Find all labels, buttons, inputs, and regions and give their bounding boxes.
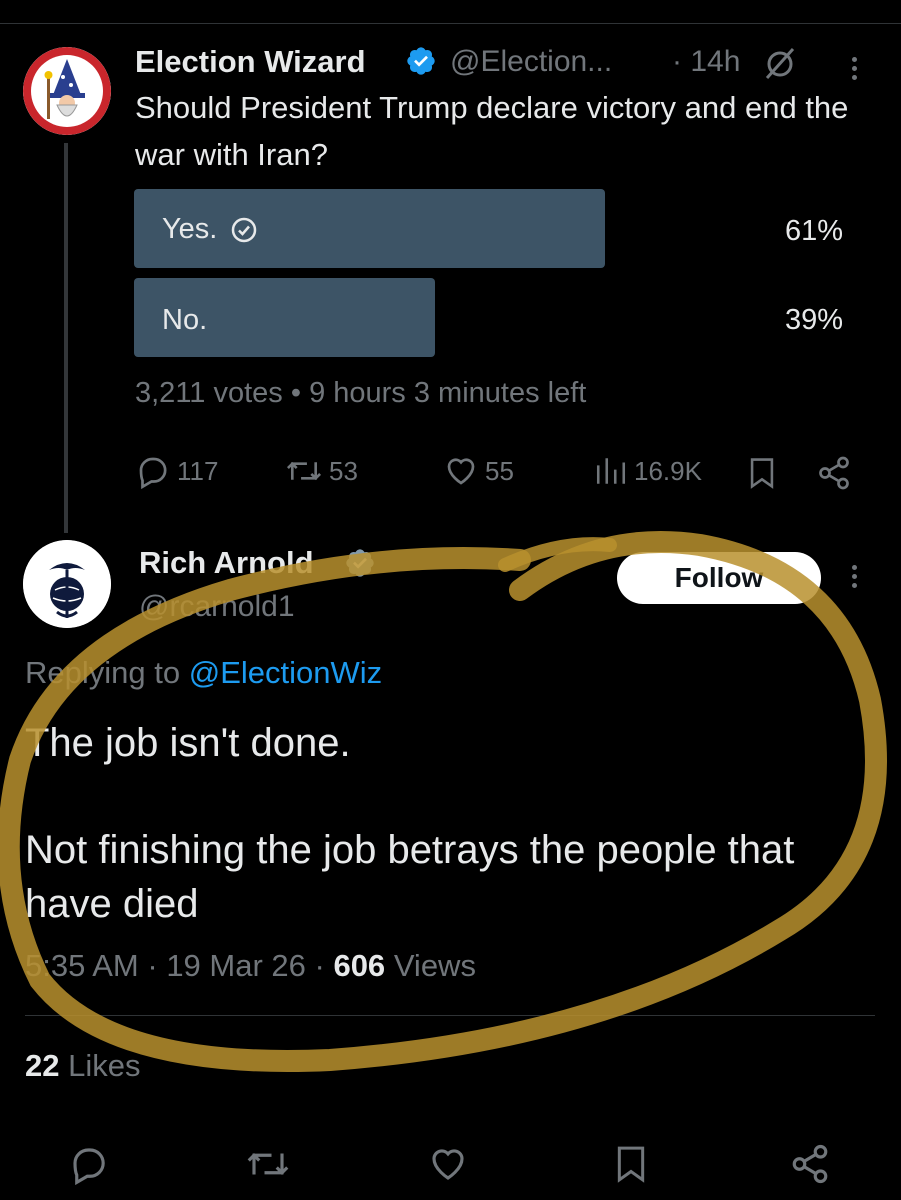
reply-date[interactable]: 19 Mar 26 xyxy=(166,948,306,983)
reply-views-label: Views xyxy=(393,948,476,983)
poll-time-left: 9 hours 3 minutes left xyxy=(309,377,587,409)
poll-votes: 3,211 votes xyxy=(135,377,283,409)
share-icon[interactable] xyxy=(816,455,852,491)
replying-to: Replying to @ElectionWiz xyxy=(25,655,382,691)
heart-icon xyxy=(447,458,475,485)
replying-prefix: Replying to xyxy=(25,655,181,690)
reply-meta: 5:35 AM · 19 Mar 26 · 606 Views xyxy=(25,948,476,983)
follow-button[interactable]: Follow xyxy=(617,552,821,604)
like-count: 55 xyxy=(485,455,514,486)
poll-author-handle[interactable]: @Election... xyxy=(450,45,612,79)
reply-views-count: 606 xyxy=(333,948,386,983)
reply-paragraph-2: Not finishing the job betrays the people… xyxy=(25,828,795,926)
eagle-globe-anchor-icon xyxy=(23,540,111,628)
views-button[interactable]: 16.9K xyxy=(594,453,702,489)
poll-meta: 3,211 votes • 9 hours 3 minutes left xyxy=(135,377,587,409)
reply-time[interactable]: 5:35 AM xyxy=(25,948,139,983)
reply-author-name[interactable]: Rich Arnold xyxy=(139,545,314,581)
reply-more-icon[interactable] xyxy=(852,561,860,592)
poll-option-percent: 61% xyxy=(784,215,843,247)
repost-button[interactable]: 53 xyxy=(285,453,358,489)
rich-arnold-avatar[interactable] xyxy=(23,540,111,628)
poll-option-label: Yes. xyxy=(162,213,218,245)
thread-connector xyxy=(64,143,68,533)
reply-likes-count: 22 xyxy=(25,1048,60,1083)
poll-option-no[interactable]: No. xyxy=(162,304,207,337)
repost-icon xyxy=(286,461,322,481)
share-icon[interactable] xyxy=(789,1143,831,1185)
bookmark-icon[interactable] xyxy=(745,455,779,491)
poll-author-name[interactable]: Election Wizard xyxy=(135,44,366,80)
poll-timestamp[interactable]: · 14h xyxy=(672,45,740,79)
reply-count: 117 xyxy=(177,455,219,486)
reply-paragraph-1: The job isn't done. xyxy=(25,721,351,765)
like-button[interactable]: 55 xyxy=(443,453,514,489)
poll-more-icon[interactable] xyxy=(852,53,860,84)
check-circle-icon xyxy=(232,217,257,242)
reply-author-handle[interactable]: @rcarnold1 xyxy=(139,590,295,624)
bookmark-icon[interactable] xyxy=(611,1143,651,1185)
verified-badge-icon xyxy=(346,549,374,577)
verified-badge-icon xyxy=(407,47,435,75)
poll-option-yes[interactable]: Yes. xyxy=(162,213,257,246)
poll-question: Should President Trump declare victory a… xyxy=(135,90,849,172)
top-divider xyxy=(0,23,901,24)
wizard-avatar-icon xyxy=(23,47,111,135)
reply-likes[interactable]: 22 Likes xyxy=(25,1048,140,1084)
replying-handle-link[interactable]: @ElectionWiz xyxy=(189,655,382,690)
grok-icon[interactable] xyxy=(762,45,798,81)
election-wizard-avatar[interactable] xyxy=(23,47,111,135)
poll-option-label: No. xyxy=(162,304,208,336)
reply-likes-label: Likes xyxy=(68,1048,141,1083)
reply-icon[interactable] xyxy=(68,1143,110,1185)
analytics-icon xyxy=(596,458,626,484)
repost-icon[interactable] xyxy=(245,1143,291,1185)
reply-button[interactable]: 117 xyxy=(135,453,218,489)
divider xyxy=(25,1015,875,1016)
heart-icon[interactable] xyxy=(427,1143,469,1185)
poll-option-percent: 39% xyxy=(784,304,843,336)
reply-icon xyxy=(139,457,167,489)
repost-count: 53 xyxy=(329,455,358,486)
views-count: 16.9K xyxy=(634,455,702,486)
